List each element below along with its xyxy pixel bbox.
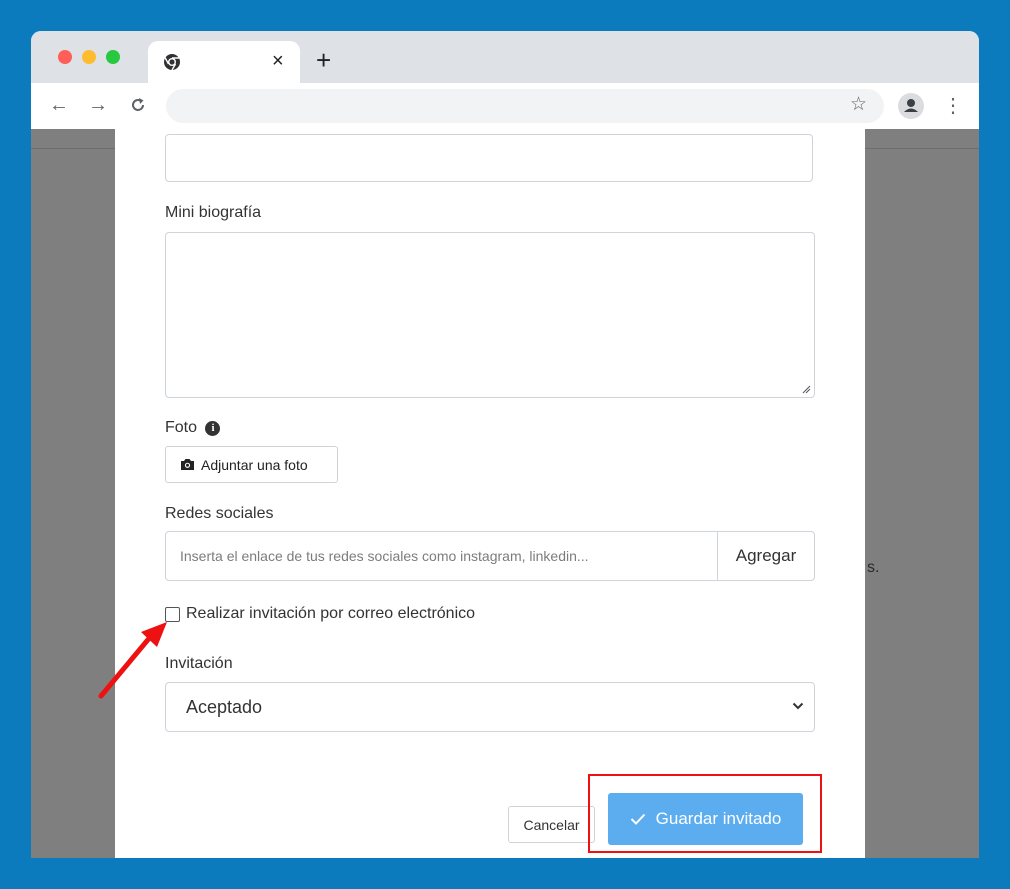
chevron-down-icon <box>792 702 804 710</box>
bio-textarea[interactable] <box>165 232 815 398</box>
close-window-button[interactable] <box>58 50 72 64</box>
social-label: Redes sociales <box>165 505 274 522</box>
menu-kebab-icon[interactable]: ⋮ <box>943 94 963 118</box>
forward-icon[interactable]: → <box>88 93 108 117</box>
tab-strip: × + <box>31 31 979 83</box>
social-input-group: Inserta el enlace de tus redes sociales … <box>165 531 815 581</box>
attach-photo-label: Adjuntar una foto <box>201 456 308 473</box>
page-content: s. Mini biografía Foto i Adjuntar una fo <box>31 129 979 858</box>
resize-grip-icon[interactable] <box>802 385 811 394</box>
annotation-arrow-icon <box>98 622 167 699</box>
reload-icon[interactable] <box>129 96 147 114</box>
invitation-label: Invitación <box>165 655 233 672</box>
tab-close-button[interactable]: × <box>272 50 284 72</box>
social-link-input[interactable]: Inserta el enlace de tus redes sociales … <box>166 532 717 580</box>
email-invite-row: Realizar invitación por correo electróni… <box>165 605 475 623</box>
save-button-highlight-box <box>588 774 822 853</box>
new-tab-button[interactable]: + <box>316 47 331 73</box>
photo-label: Foto <box>165 419 198 436</box>
minimize-window-button[interactable] <box>82 50 96 64</box>
camera-icon <box>181 459 194 470</box>
maximize-window-button[interactable] <box>106 50 120 64</box>
background-text: s. <box>867 559 880 576</box>
profile-avatar-icon[interactable] <box>898 93 924 119</box>
invitation-select-value: Aceptado <box>186 696 263 717</box>
chrome-icon <box>164 54 180 71</box>
bookmark-star-icon[interactable]: ☆ <box>850 93 867 117</box>
email-invite-label: Realizar invitación por correo electróni… <box>186 605 476 622</box>
address-bar[interactable] <box>166 89 884 123</box>
browser-tab[interactable]: × <box>148 41 300 83</box>
cancel-button[interactable]: Cancelar <box>508 806 595 843</box>
bio-label: Mini biografía <box>165 204 262 221</box>
attach-photo-button[interactable]: Adjuntar una foto <box>165 446 338 483</box>
invite-guest-modal: Mini biografía Foto i Adjuntar una foto … <box>115 129 865 858</box>
invitation-select[interactable]: Aceptado <box>165 682 815 732</box>
add-social-button[interactable]: Agregar <box>717 532 814 580</box>
browser-toolbar: ← → ☆ ⋮ <box>31 83 979 129</box>
photo-label-row: Foto i <box>165 419 221 437</box>
info-icon[interactable]: i <box>205 421 221 436</box>
browser-window: × + ← → ☆ ⋮ s. Mini biografía Foto i Adj… <box>31 31 979 858</box>
back-icon[interactable]: ← <box>49 93 69 117</box>
text-input[interactable] <box>165 134 813 182</box>
